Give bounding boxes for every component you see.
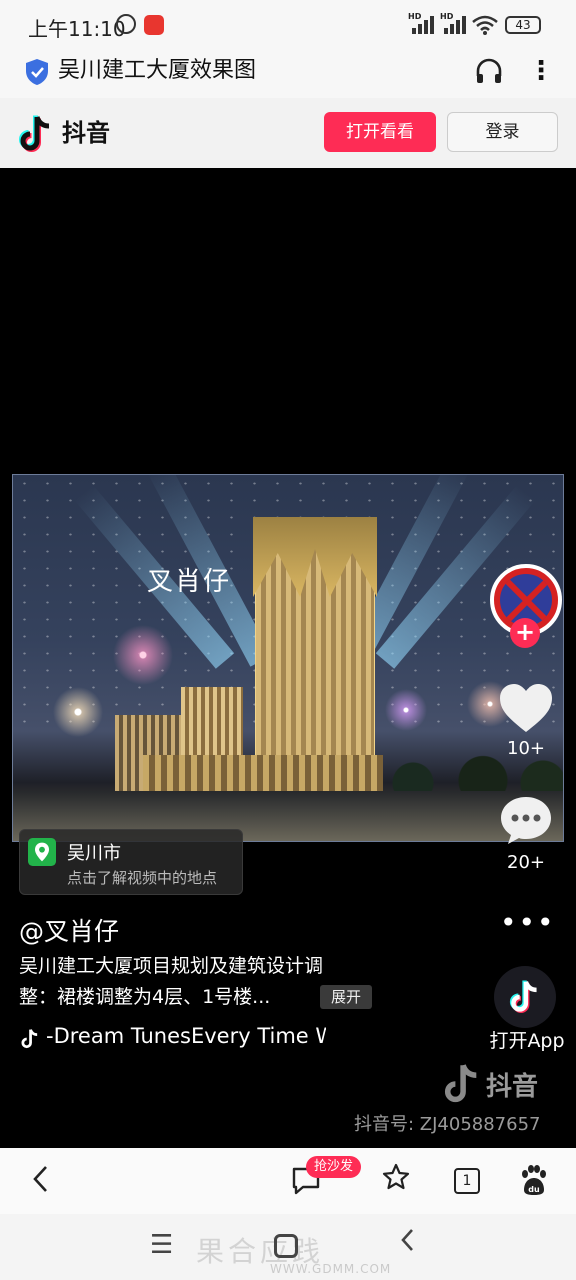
- douyin-brand-text: 抖音: [62, 119, 110, 147]
- firework: [113, 625, 173, 685]
- alarm-icon: [116, 14, 136, 34]
- site-watermark-url: WWW.GDMM.COM: [270, 1262, 392, 1276]
- open-app-circle-button[interactable]: [494, 966, 556, 1028]
- chevron-left-icon[interactable]: [30, 1164, 52, 1202]
- wifi-icon: [472, 14, 498, 41]
- music-title[interactable]: -Dream TunesEvery Time W: [46, 1024, 326, 1048]
- login-button[interactable]: 登录: [447, 112, 558, 152]
- more-actions-icon[interactable]: •••: [500, 906, 554, 939]
- browser-title-bar: 吴川建工大厦效果图 ⋮: [0, 50, 576, 98]
- headphones-icon[interactable]: [474, 56, 504, 86]
- douyin-id: 抖音号: ZJ405887657: [354, 1114, 541, 1135]
- comment-icon[interactable]: [498, 794, 554, 846]
- comment-badge: 抢沙发: [306, 1156, 362, 1178]
- firework: [385, 689, 427, 731]
- signal-icon: HD: [408, 12, 434, 34]
- video-overlay-text: 叉肖仔: [147, 567, 232, 597]
- bookmark-star-icon[interactable]: [381, 1162, 411, 1199]
- author-name[interactable]: @叉肖仔: [19, 912, 119, 948]
- battery-indicator: 43: [505, 16, 541, 34]
- network-label-2: HD: [440, 12, 454, 21]
- like-heart-icon[interactable]: [498, 682, 554, 736]
- system-nav-bar: 果合应践 WWW.GDMM.COM ☰: [0, 1214, 576, 1280]
- svg-text:du: du: [528, 1185, 540, 1194]
- comment-count: 20+: [507, 852, 545, 873]
- like-count: 10+: [507, 738, 545, 759]
- back-icon[interactable]: [398, 1226, 418, 1261]
- douyin-watermark-logo-icon: [444, 1064, 477, 1103]
- status-bar: 上午11:10 HD HD 43: [0, 0, 576, 50]
- signal-icon-2: HD: [440, 12, 466, 34]
- douyin-logo-icon: [19, 115, 50, 152]
- network-label: HD: [408, 12, 422, 21]
- status-time: 上午11:10: [28, 17, 126, 41]
- page: 上午11:10 HD HD 43 吴川建工大厦效果图 ⋮ 抖音 打开看看 登录 …: [0, 0, 576, 1280]
- secure-shield-icon: [26, 59, 48, 85]
- open-app-label[interactable]: 打开App: [480, 1026, 574, 1053]
- firework: [53, 687, 103, 737]
- menu-icon[interactable]: ☰: [150, 1230, 173, 1260]
- page-title: 吴川建工大厦效果图: [58, 58, 257, 83]
- tab-count-button[interactable]: 1: [454, 1168, 480, 1194]
- browser-toolbar: 抢沙发 1 du: [0, 1148, 576, 1214]
- location-pin-icon: [28, 838, 56, 866]
- douyin-watermark-text: 抖音: [486, 1072, 539, 1102]
- open-in-app-button[interactable]: 打开看看: [324, 112, 436, 152]
- douyin-header: 抖音 打开看看 登录: [0, 98, 576, 168]
- post-description-line2: 整：裙楼调整为4层、1号楼...: [19, 986, 271, 1008]
- location-hint: 点击了解视频中的地点: [67, 869, 218, 887]
- expand-description-button[interactable]: 展开: [320, 985, 372, 1009]
- location-city: 吴川市: [67, 843, 121, 864]
- music-note-icon: [21, 1029, 38, 1049]
- video-player[interactable]: 叉肖仔: [12, 474, 564, 842]
- app-notification-icon: [144, 15, 164, 35]
- follow-button[interactable]: +: [510, 618, 540, 648]
- post-description-line1: 吴川建工大厦项目规划及建筑设计调: [19, 955, 324, 977]
- more-menu-icon[interactable]: ⋮: [528, 54, 554, 88]
- home-icon[interactable]: [274, 1234, 298, 1258]
- location-chip[interactable]: 吴川市 点击了解视频中的地点: [19, 829, 243, 895]
- douyin-logo-icon: [509, 980, 537, 1013]
- baidu-paw-icon[interactable]: du: [518, 1164, 548, 1196]
